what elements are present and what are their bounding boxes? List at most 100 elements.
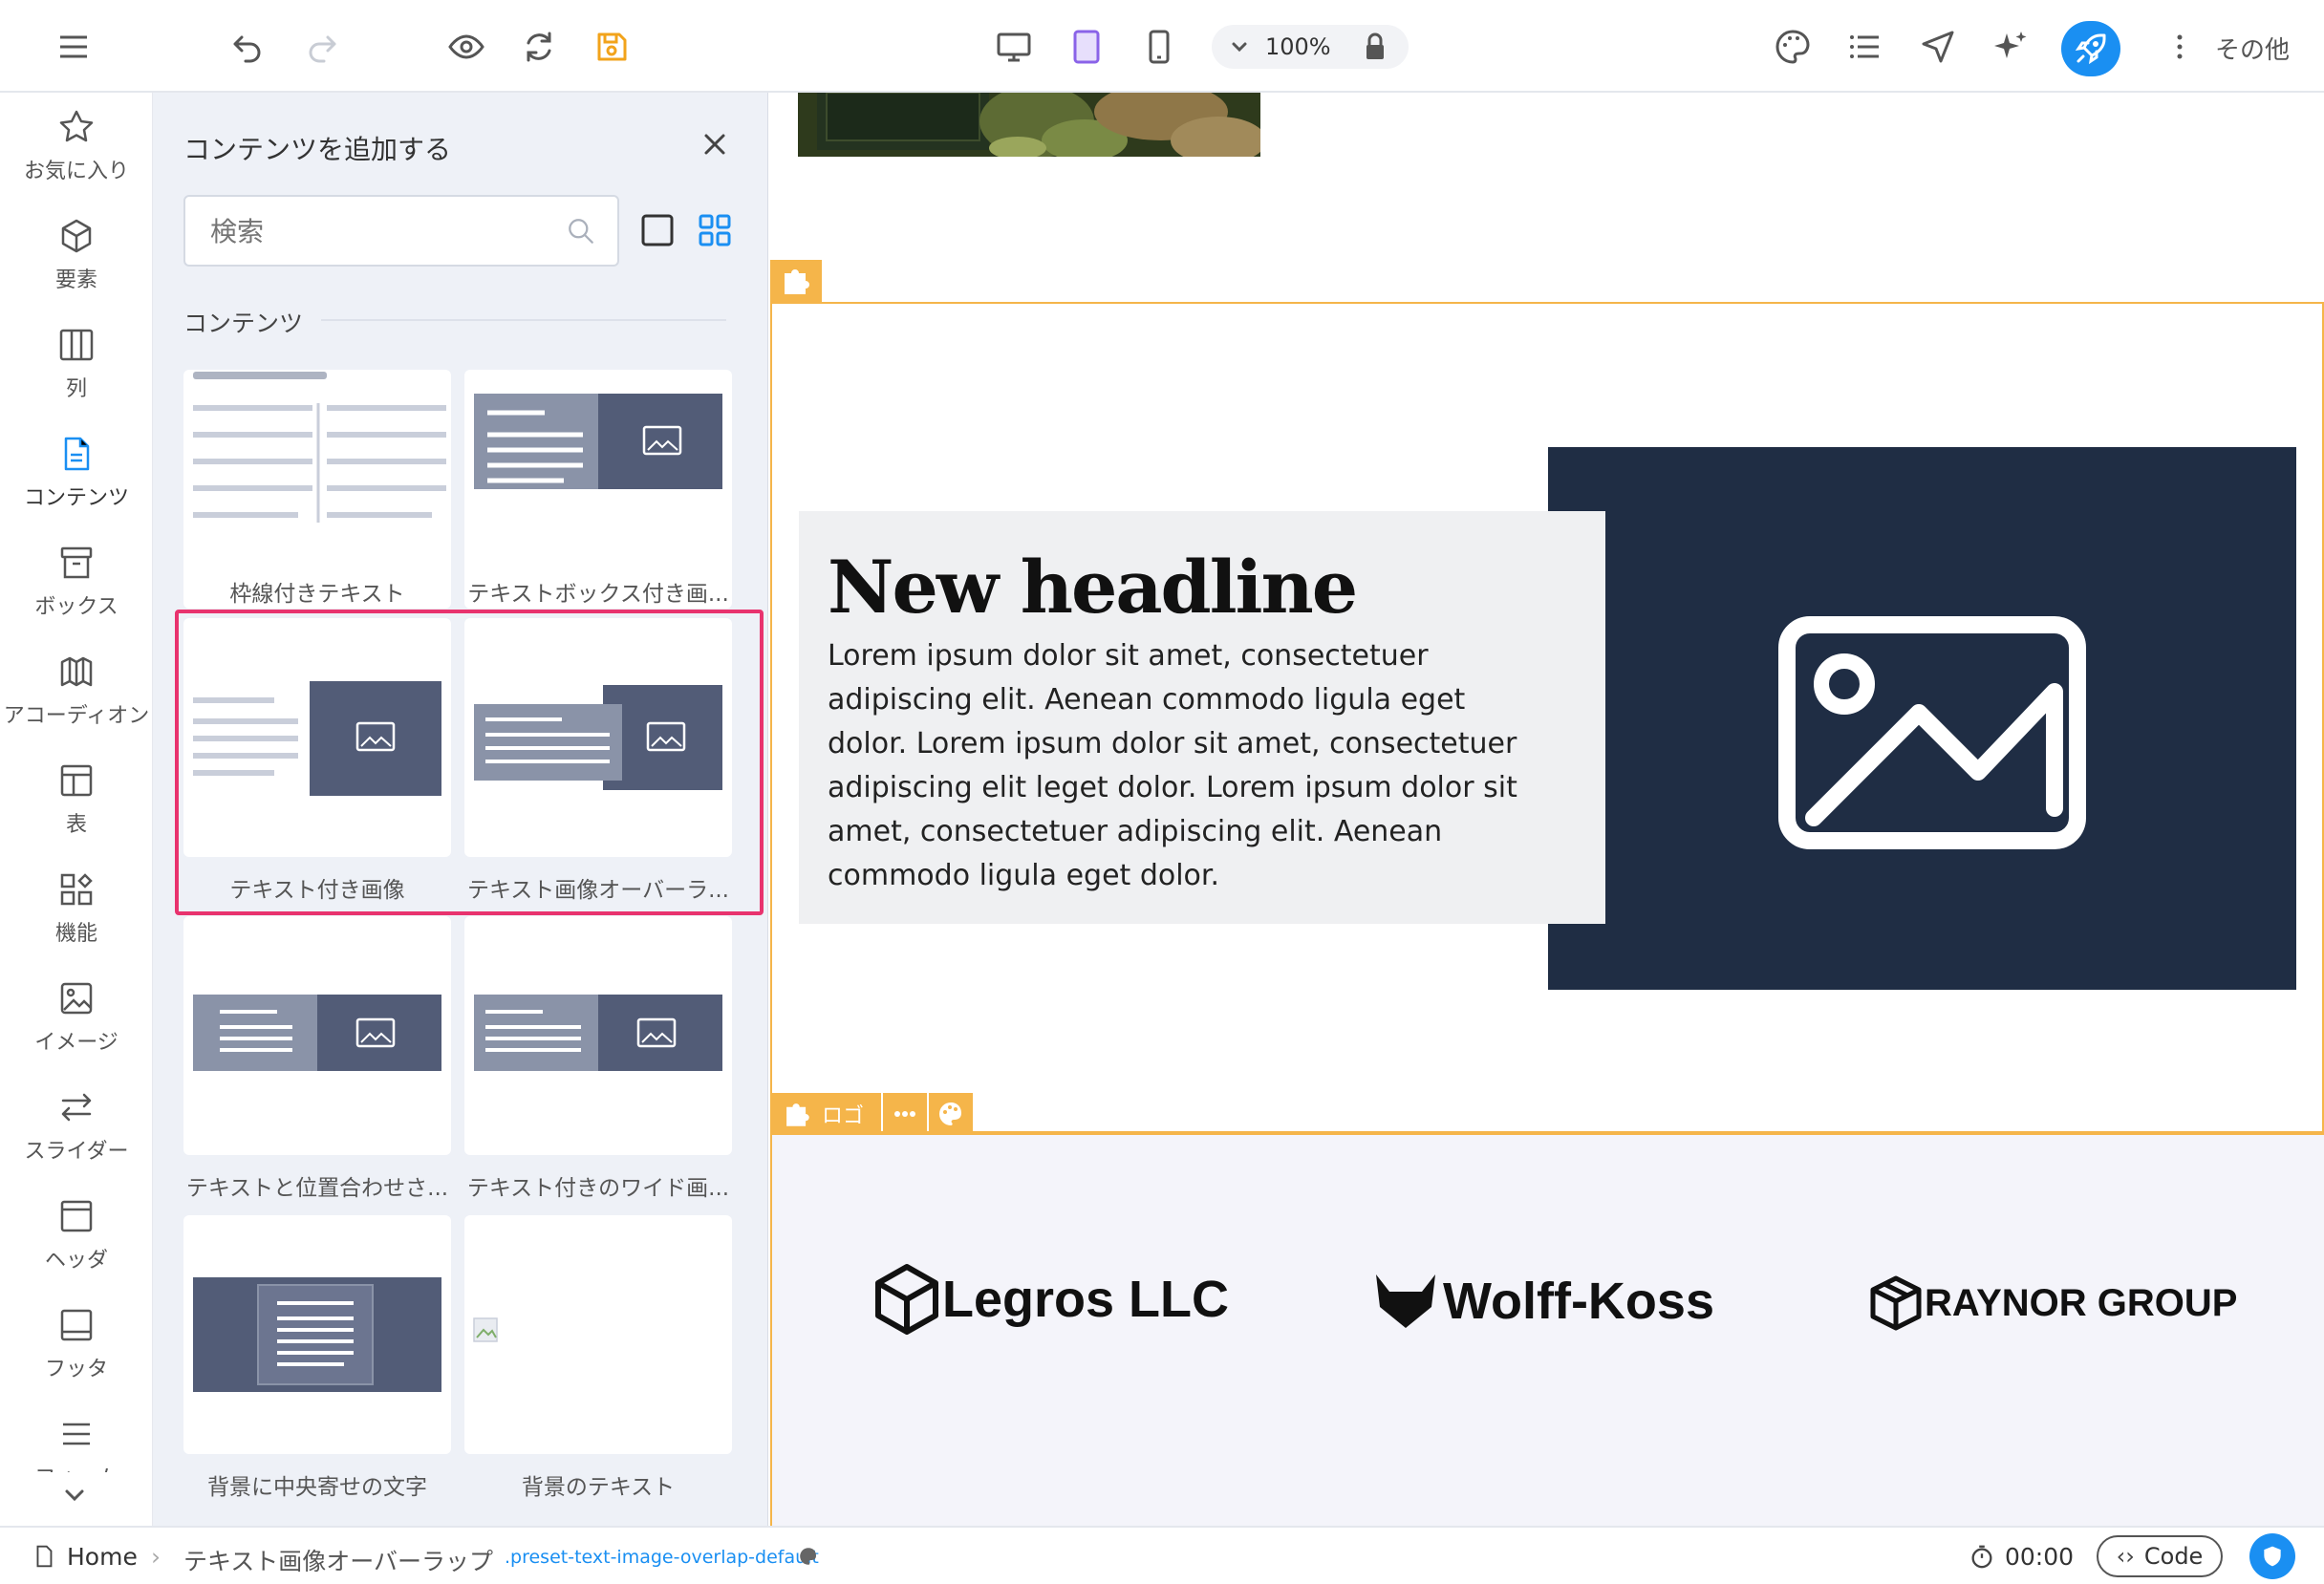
- card-text-aligned[interactable]: [183, 916, 451, 1155]
- rail-label: イメージ: [34, 1031, 118, 1055]
- image-icon: [60, 982, 93, 1015]
- rail-label: スライダー: [24, 1140, 129, 1164]
- refresh-icon[interactable]: [517, 25, 561, 69]
- mobile-view-icon[interactable]: [1137, 25, 1181, 69]
- rail-label: お気に入り: [23, 160, 129, 183]
- rail-item-form[interactable]: フォーム: [0, 1415, 153, 1472]
- list-icon[interactable]: [1843, 25, 1887, 69]
- single-view-icon[interactable]: [638, 211, 677, 249]
- rail-label: フッタ: [44, 1358, 108, 1381]
- chevron-down-icon[interactable]: [55, 1476, 94, 1514]
- body-text[interactable]: Lorem ipsum dolor sit amet, consectetuer…: [828, 634, 1554, 898]
- rail-item-boxes[interactable]: ボックス: [0, 544, 153, 620]
- photo-image[interactable]: [798, 93, 1260, 157]
- rail-label: アコーディオン: [3, 704, 150, 728]
- chevron-down-icon[interactable]: [1217, 25, 1261, 69]
- shield-icon: [2264, 1546, 2281, 1567]
- palette-icon[interactable]: [797, 1545, 820, 1568]
- more-options-icon[interactable]: [883, 1093, 927, 1135]
- card-label: テキスト付きのワイド画...: [466, 1176, 730, 1201]
- rail-item-features[interactable]: 機能: [0, 870, 153, 947]
- breadcrumb-home[interactable]: Home: [67, 1543, 138, 1571]
- logo-wolff-koss[interactable]: Wolff-Koss: [1372, 1271, 1714, 1332]
- publish-button[interactable]: [2061, 21, 2120, 76]
- section-handle[interactable]: [770, 260, 822, 302]
- headline[interactable]: New headline: [828, 545, 1358, 630]
- more-label[interactable]: その他: [2215, 31, 2290, 66]
- puzzle-icon: [786, 1103, 809, 1126]
- rail-item-accordion[interactable]: アコーディオン: [0, 653, 153, 729]
- logo-legros[interactable]: Legros LLC: [873, 1263, 1229, 1336]
- code-button[interactable]: ‹› Code: [2097, 1535, 2223, 1577]
- preset-class[interactable]: .preset-text-image-overlap-default: [505, 1547, 819, 1568]
- rocket-icon: [2075, 33, 2106, 65]
- navigation-icon[interactable]: [1916, 25, 1960, 69]
- image-placeholder[interactable]: [1548, 447, 2296, 990]
- rail-item-elements[interactable]: 要素: [0, 217, 153, 293]
- lock-icon[interactable]: [1353, 25, 1397, 69]
- palette-icon[interactable]: [1771, 25, 1815, 69]
- more-vertical-icon[interactable]: [2158, 25, 2202, 69]
- cube-icon: [61, 219, 92, 253]
- panel-title: コンテンツを追加する: [183, 134, 452, 165]
- box-icon: [60, 546, 93, 579]
- star-icon: [59, 110, 94, 142]
- card-centered-text-background[interactable]: [183, 1215, 451, 1454]
- rail-item-favorites[interactable]: お気に入り: [0, 108, 153, 184]
- logo-text: RAYNOR GROUP: [1925, 1281, 2238, 1324]
- undo-icon[interactable]: [226, 25, 269, 69]
- search-icon: [564, 214, 598, 248]
- rail-label: 要素: [54, 268, 97, 292]
- card-label: テキストボックス付き画...: [467, 582, 729, 607]
- search-input[interactable]: [210, 210, 554, 252]
- footer-icon: [60, 1309, 93, 1341]
- page-icon: [31, 1543, 57, 1570]
- card-label: テキストと位置合わせさ...: [185, 1176, 449, 1201]
- card-label: 背景のテキスト: [521, 1475, 676, 1500]
- search-field[interactable]: [183, 195, 619, 267]
- shield-button[interactable]: [2249, 1533, 2295, 1579]
- menu-icon[interactable]: [52, 25, 96, 69]
- fox-logo-icon: [1376, 1274, 1435, 1328]
- rail-item-footer[interactable]: フッタ: [0, 1306, 153, 1382]
- zoom-level[interactable]: 100%: [1265, 33, 1331, 60]
- features-icon: [60, 873, 93, 906]
- palette-icon[interactable]: [929, 1093, 973, 1135]
- rail-item-columns[interactable]: 列: [0, 326, 153, 402]
- card-text-box-image[interactable]: [464, 370, 732, 609]
- rail-item-contents[interactable]: コンテンツ: [0, 435, 153, 511]
- ai-sparkle-icon[interactable]: [1989, 25, 2033, 69]
- redo-icon[interactable]: [300, 25, 344, 69]
- section-tag[interactable]: ロゴ: [772, 1093, 881, 1135]
- card-background-text[interactable]: [464, 1215, 732, 1454]
- timer-value: 00:00: [2005, 1543, 2075, 1571]
- logo-raynor[interactable]: RAYNOR GROUP: [1869, 1274, 2237, 1332]
- rail-label: ボックス: [34, 595, 118, 619]
- rail-item-slider[interactable]: スライダー: [0, 1088, 153, 1165]
- desktop-view-icon[interactable]: [992, 25, 1036, 69]
- grid-view-icon[interactable]: [696, 211, 734, 249]
- slider-icon: [61, 1093, 92, 1122]
- card-wide-image-text[interactable]: [464, 916, 732, 1155]
- rail-item-image[interactable]: イメージ: [0, 979, 153, 1056]
- code-brackets-icon: ‹›: [2116, 1543, 2135, 1570]
- table-icon: [60, 764, 93, 797]
- breadcrumb-separator: ›: [151, 1543, 161, 1571]
- tablet-view-icon[interactable]: [1065, 25, 1108, 69]
- accordion-icon: [60, 656, 93, 687]
- rail-item-header[interactable]: ヘッダ: [0, 1197, 153, 1274]
- close-icon[interactable]: [696, 125, 734, 163]
- document-icon: [64, 437, 90, 471]
- cube-logo-icon: [875, 1264, 938, 1335]
- rail-label: 機能: [54, 922, 97, 946]
- section-tag-label: ロゴ: [822, 1104, 865, 1128]
- breadcrumb-current[interactable]: テキスト画像オーバーラップ: [183, 1543, 493, 1577]
- section-label: コンテンツ: [183, 310, 304, 337]
- save-icon[interactable]: [590, 25, 634, 69]
- rail-label: 列: [65, 377, 87, 401]
- rail-item-table[interactable]: 表: [0, 761, 153, 838]
- card-label: 背景に中央寄せの文字: [207, 1475, 427, 1500]
- rail-label: フォーム: [0, 1461, 153, 1472]
- preview-eye-icon[interactable]: [444, 25, 488, 69]
- card-bordered-text[interactable]: [183, 370, 451, 609]
